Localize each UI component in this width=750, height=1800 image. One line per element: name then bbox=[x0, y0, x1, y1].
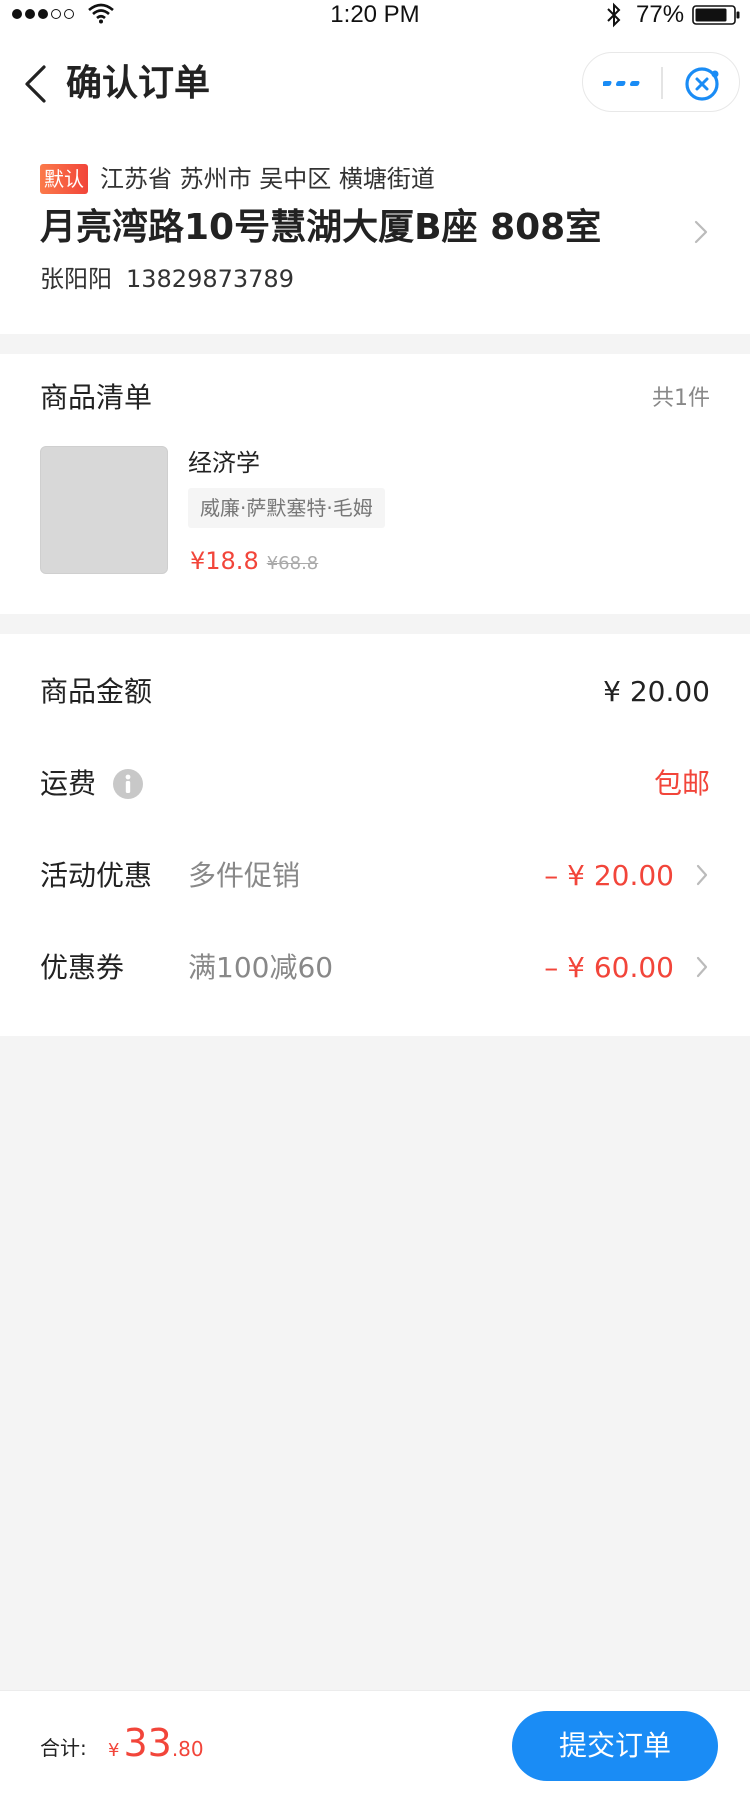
page-title: 确认订单 bbox=[66, 63, 211, 104]
shipping-row: 运费 包邮 bbox=[0, 738, 750, 830]
chevron-right-icon bbox=[694, 220, 708, 244]
contact-name: 张阳阳 bbox=[40, 265, 112, 293]
goods-amount-label: 商品金额 bbox=[40, 675, 153, 708]
goods-amount-row: 商品金额 ¥ 20.00 bbox=[0, 646, 750, 738]
contact-phone: 13829873789 bbox=[126, 265, 294, 293]
promotion-desc: 多件促销 bbox=[188, 859, 301, 892]
address-detail: 月亮湾路10号慧湖大厦B座 808室 bbox=[40, 207, 602, 248]
total-label: 合计: bbox=[40, 1736, 87, 1760]
order-summary: 商品金额 ¥ 20.00 运费 包邮 活动优惠 多件促销 – ¥ 20.00 优… bbox=[0, 634, 750, 1036]
bluetooth-icon bbox=[607, 2, 621, 28]
info-icon[interactable] bbox=[112, 768, 144, 800]
chevron-right-icon bbox=[696, 956, 708, 978]
status-bar: 1:20 PM 77% bbox=[0, 0, 750, 30]
battery-icon bbox=[692, 5, 740, 25]
currency-symbol: ¥ bbox=[108, 1740, 120, 1761]
nav-header: 确认订单 bbox=[0, 30, 750, 140]
original-price: ¥68.8 bbox=[266, 553, 319, 574]
coupon-desc: 满100减60 bbox=[188, 951, 334, 984]
coupon-value: – ¥ 60.00 bbox=[544, 951, 674, 984]
address-region: 江苏省 苏州市 吴中区 横塘街道 bbox=[100, 165, 435, 193]
author-tag: 威廉·萨默塞特·毛姆 bbox=[188, 488, 385, 528]
total-decimal: .80 bbox=[171, 1737, 204, 1761]
goods-amount-value: ¥ 20.00 bbox=[603, 675, 710, 708]
total-amount: ¥33.80 bbox=[108, 1721, 204, 1773]
mini-program-capsule bbox=[582, 52, 740, 112]
book-title[interactable]: 经济学 bbox=[188, 446, 260, 480]
goods-list-title: 商品清单 bbox=[40, 381, 153, 414]
price-row: ¥18.8 ¥68.8 bbox=[190, 544, 318, 581]
checkout-bar: 合计: ¥33.80 提交订单 bbox=[0, 1690, 750, 1800]
default-badge: 默认 bbox=[40, 164, 88, 194]
shipping-value: 包邮 bbox=[653, 767, 710, 800]
promotion-row[interactable]: 活动优惠 多件促销 – ¥ 20.00 bbox=[0, 830, 750, 922]
promotion-value: – ¥ 20.00 bbox=[544, 859, 674, 892]
goods-count: 共1件 bbox=[652, 386, 710, 411]
coupon-label: 优惠券 bbox=[40, 951, 125, 984]
book-cover-image[interactable] bbox=[40, 446, 168, 574]
promotion-label: 活动优惠 bbox=[40, 859, 153, 892]
coupon-row[interactable]: 优惠券 满100减60 – ¥ 60.00 bbox=[0, 922, 750, 1014]
more-icon[interactable] bbox=[603, 75, 643, 91]
current-price: ¥18.8 bbox=[190, 547, 259, 575]
total-integer: 33 bbox=[123, 1721, 172, 1765]
chevron-right-icon bbox=[696, 864, 708, 886]
close-circle-icon[interactable] bbox=[683, 65, 721, 103]
shipping-label: 运费 bbox=[40, 767, 97, 800]
goods-list: 商品清单 共1件 经济学 威廉·萨默塞特·毛姆 ¥18.8 ¥68.8 bbox=[0, 354, 750, 614]
battery-percent: 77% bbox=[636, 1, 685, 28]
contact-info: 张阳阳 13829873789 bbox=[40, 262, 294, 296]
submit-order-button[interactable]: 提交订单 bbox=[512, 1711, 718, 1781]
back-icon[interactable] bbox=[22, 64, 48, 104]
address-card[interactable]: 默认 江苏省 苏州市 吴中区 横塘街道 月亮湾路10号慧湖大厦B座 808室 张… bbox=[0, 140, 750, 334]
